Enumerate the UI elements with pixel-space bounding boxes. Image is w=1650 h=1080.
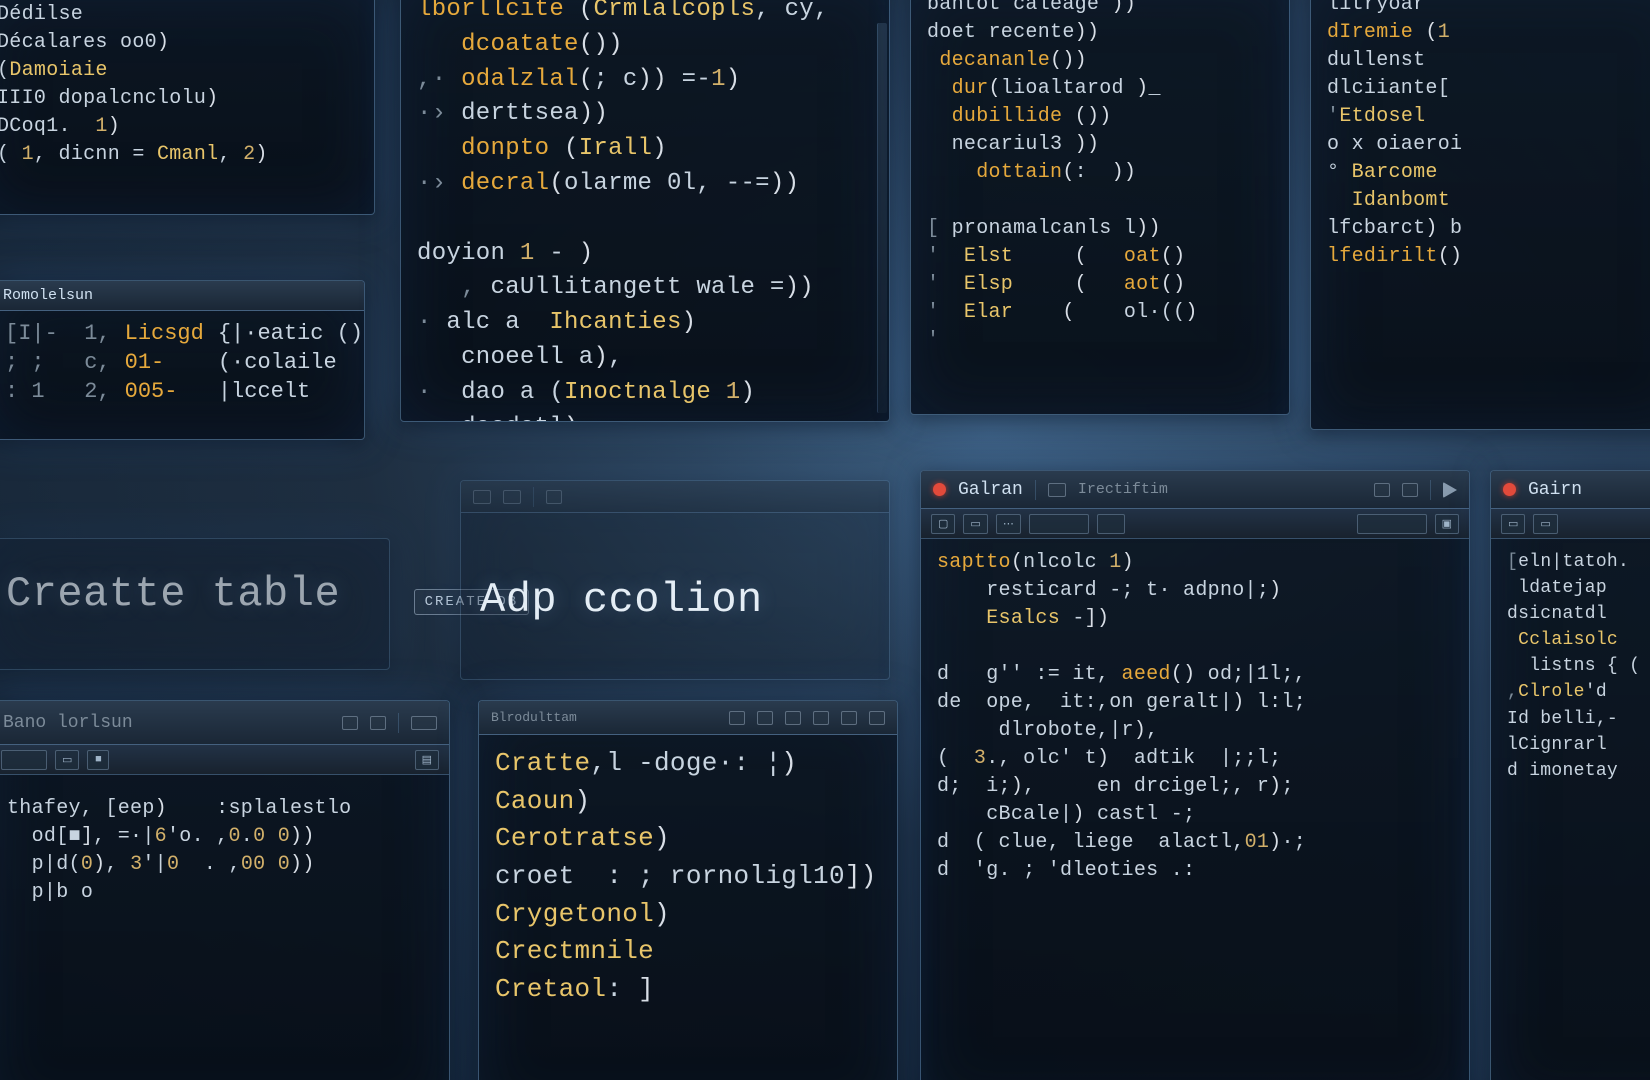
- toolbar-chip[interactable]: [1029, 514, 1089, 534]
- toolbar-chip[interactable]: [1, 750, 47, 770]
- editor-window-far-right: Gairn ▭ ▭ [eln|tatoh. ldatejapdsicnatdl …: [1490, 470, 1650, 1080]
- adp-colion-heading: Adp ccolion: [480, 576, 763, 624]
- table-cell: |lccelt: [218, 379, 363, 404]
- toolbar-chip[interactable]: ▭: [1533, 514, 1557, 534]
- editor-window-bottom-left: Bano lorlsun ▭ ■ ▤ thafey, [eep) :splale…: [0, 700, 450, 1080]
- table-pane-small: Romolelsun [I|- 1, Licsgd {|·eatic () ; ; c…: [0, 280, 365, 440]
- toolbar-chip[interactable]: ▭: [55, 750, 79, 770]
- window-title: Galran: [958, 480, 1023, 500]
- toolbar-chip[interactable]: ▭: [1501, 514, 1525, 534]
- table-cell: 005-: [125, 379, 204, 404]
- editor-window-bottom-mid: Blrodulttam Cratte,l -doge·: ¦)Caoun)Cer…: [478, 700, 898, 1080]
- toolbar-button[interactable]: [1374, 483, 1390, 497]
- bg-frame-left: [0, 538, 390, 670]
- record-icon: [933, 483, 946, 496]
- toolbar-chip[interactable]: [1357, 514, 1427, 534]
- table-cell: Licsgd: [125, 321, 204, 346]
- toolbar-chip[interactable]: ▭: [963, 514, 987, 534]
- toolbar-chip[interactable]: [1097, 514, 1125, 534]
- window-button[interactable]: [503, 490, 521, 504]
- scrollbar[interactable]: [877, 23, 887, 413]
- record-icon: [1503, 483, 1516, 496]
- toolbar-chip[interactable]: ▤: [415, 750, 439, 770]
- table-cell: {|·eatic (): [218, 321, 363, 346]
- toolbar-chip[interactable]: ■: [87, 750, 109, 770]
- window-button[interactable]: [546, 490, 562, 504]
- toolbar-button[interactable]: [869, 711, 885, 725]
- toolbar-button[interactable]: [1402, 483, 1418, 497]
- small-table-title: Romolelsun: [3, 287, 93, 304]
- toolbar-button[interactable]: [813, 711, 829, 725]
- toolbar-chip[interactable]: ⋯: [996, 514, 1021, 534]
- table-cell: (·colaile: [218, 350, 363, 375]
- window-title: Gairn: [1528, 480, 1582, 500]
- toolbar-button[interactable]: [785, 711, 801, 725]
- toolbar-button[interactable]: [757, 711, 773, 725]
- toolbar-button[interactable]: [729, 711, 745, 725]
- table-cell: ; ; c,: [5, 350, 111, 375]
- toolbar-button[interactable]: [370, 716, 386, 730]
- toolbar-button[interactable]: [411, 716, 437, 730]
- editor-window-galran: Galran Irectiftim ▢ ▭ ⋯ ▣ saptto(nlcolc …: [920, 470, 1470, 1080]
- toolbar-chip[interactable]: ▣: [1435, 514, 1459, 534]
- table-cell: : 1 2,: [5, 379, 111, 404]
- code-pane-right: bantot caleage ))doet recente)) decananl…: [910, 0, 1290, 415]
- toolbar-button[interactable]: [1048, 483, 1066, 497]
- toolbar-button[interactable]: [841, 711, 857, 725]
- toolbar-chip[interactable]: ▢: [931, 514, 955, 534]
- code-pane-middle: lborllcite (Crmlalcopls, cy, dcoatate())…: [400, 0, 890, 422]
- code-pane-top-left: DédilseDécalares oo0)(DamoiaieIII0 dopal…: [0, 0, 375, 215]
- table-cell: 01-: [125, 350, 204, 375]
- window-button[interactable]: [473, 490, 491, 504]
- toolbar-button[interactable]: [342, 716, 358, 730]
- table-cell: [I|- 1,: [5, 321, 111, 346]
- code-pane-far-right: litryoardIremie (1dullenstdlciiante['Etd…: [1310, 0, 1650, 430]
- play-icon[interactable]: [1443, 482, 1457, 498]
